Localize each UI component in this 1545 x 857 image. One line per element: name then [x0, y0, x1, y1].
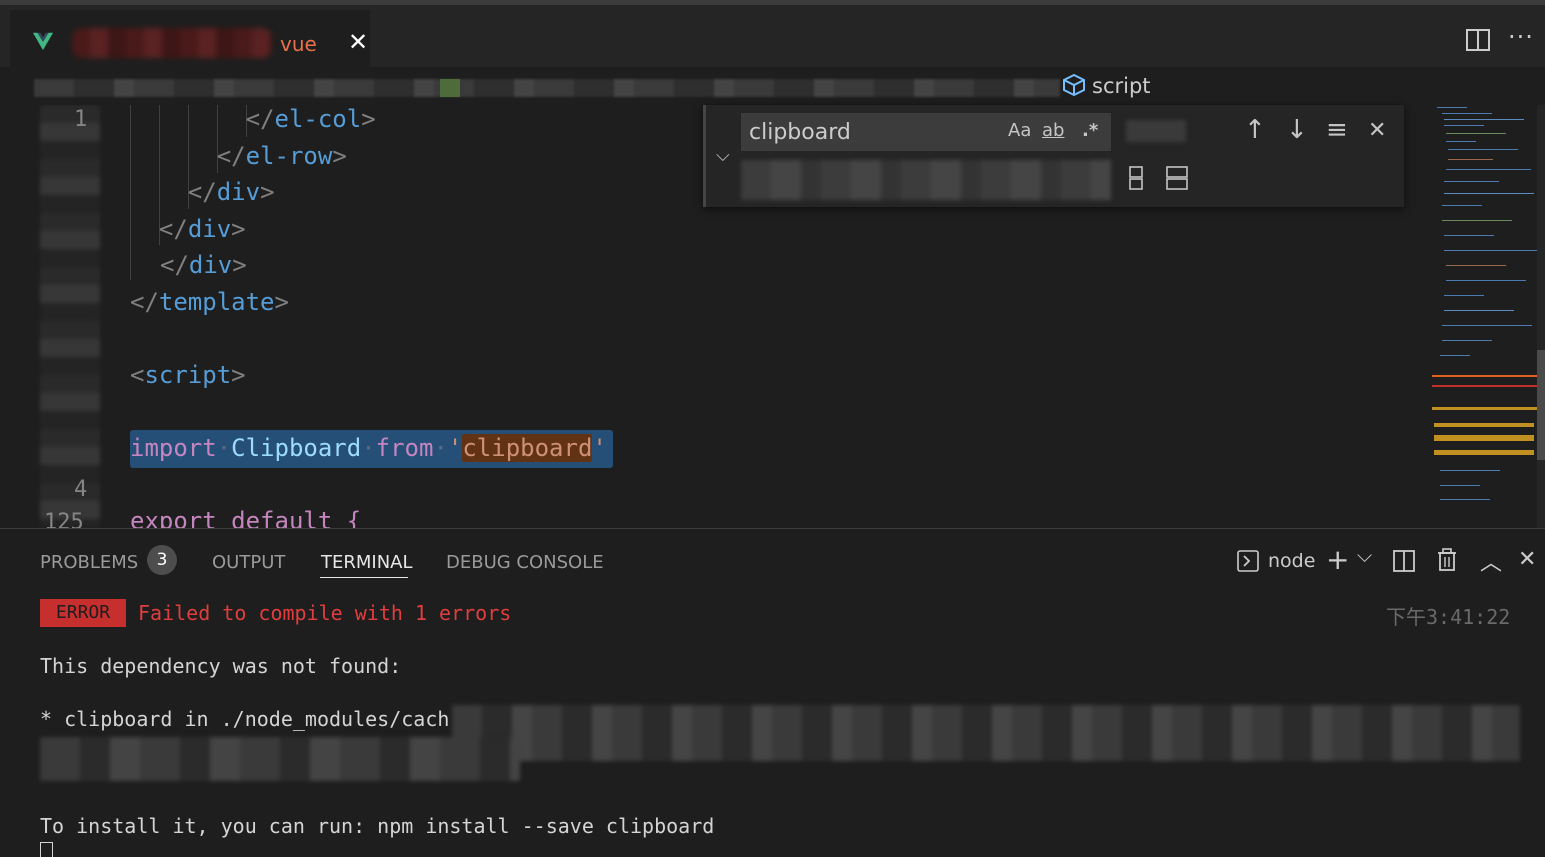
tab-filename-label: vue [280, 32, 317, 56]
code-line: <script> [130, 361, 246, 389]
terminal-line: This dependency was not found: [40, 654, 402, 678]
bottom-panel: PROBLEMS 3 OUTPUT TERMINAL DEBUG CONSOLE… [0, 528, 1545, 857]
error-message: Failed to compile with 1 errors [138, 601, 512, 625]
previous-match-icon[interactable]: ↑ [1244, 115, 1266, 145]
tab-debug-console[interactable]: DEBUG CONSOLE [446, 552, 604, 573]
symbol-cube-icon [1063, 73, 1085, 97]
code-line: </el-col> [245, 105, 376, 133]
breadcrumb-symbol[interactable]: script [1092, 74, 1151, 98]
split-editor-icon[interactable] [1465, 27, 1491, 53]
whole-word-toggle[interactable]: ab [1042, 120, 1064, 141]
line-number: 125 [44, 510, 84, 528]
close-icon[interactable]: ✕ [1518, 547, 1536, 572]
redacted-terminal-text [452, 705, 1520, 761]
problems-count-badge: 3 [147, 545, 177, 575]
import-statement: import·Clipboard·from·'clipboard' [130, 434, 607, 462]
find-widget: ⌵ Aa ab .* ↑ ↓ ≡ ✕ [703, 105, 1404, 207]
redacted-breadcrumb-segment [440, 79, 460, 97]
regex-toggle[interactable]: .* [1082, 120, 1098, 141]
minimap[interactable] [1432, 105, 1539, 505]
editor-scrollbar[interactable] [1537, 105, 1545, 528]
redacted-match-count [1126, 120, 1186, 142]
split-terminal-icon[interactable] [1392, 549, 1416, 573]
active-tab-indicator [320, 577, 408, 578]
close-icon[interactable]: ✕ [348, 28, 368, 56]
line-number: 4 [74, 477, 88, 502]
redacted-filename [72, 28, 272, 58]
new-terminal-icon[interactable]: + [1326, 543, 1349, 576]
close-icon[interactable]: ✕ [1368, 118, 1386, 143]
replace-all-icon[interactable] [1164, 165, 1190, 191]
find-in-selection-icon[interactable]: ≡ [1326, 115, 1348, 145]
maximize-panel-icon[interactable]: ︿ [1480, 545, 1502, 577]
breadcrumb [0, 67, 1545, 105]
tab-output[interactable]: OUTPUT [212, 552, 285, 573]
next-match-icon[interactable]: ↓ [1286, 115, 1308, 145]
terminal-shell-label[interactable]: node [1268, 550, 1315, 572]
trash-icon[interactable] [1436, 548, 1458, 572]
editor-tab-active[interactable]: vue ✕ [10, 10, 370, 72]
tab-problems[interactable]: PROBLEMS [40, 552, 138, 573]
redacted-terminal-text [40, 737, 520, 781]
code-line: </div> [160, 251, 247, 279]
line-number: 1 [74, 107, 88, 132]
toggle-replace-chevron-icon[interactable]: ⌵ [716, 145, 730, 166]
replace-one-icon[interactable] [1126, 165, 1146, 191]
terminal-icon [1237, 550, 1259, 572]
chevron-down-icon[interactable]: ⌵ [1357, 543, 1372, 567]
redacted-replace-input[interactable] [741, 160, 1111, 200]
redacted-line-numbers [40, 105, 100, 528]
more-actions-icon[interactable]: ··· [1508, 23, 1534, 51]
code-line: </div> [187, 178, 275, 206]
code-line: </div> [158, 215, 246, 243]
code-line: </template> [130, 288, 289, 316]
scrollbar-thumb[interactable] [1537, 350, 1545, 460]
match-case-toggle[interactable]: Aa [1008, 120, 1031, 141]
vue-file-icon [32, 32, 54, 51]
editor-tab-bar: vue ✕ ··· [0, 5, 1545, 72]
terminal-line: * clipboard in ./node_modules/cach [40, 707, 450, 731]
find-match-highlight: clipboard [462, 434, 593, 462]
tab-terminal[interactable]: TERMINAL [321, 552, 413, 573]
code-line: </el-row> [216, 142, 347, 170]
redacted-breadcrumb-path [34, 79, 1060, 97]
export-statement: export default { [130, 507, 362, 528]
error-badge: ERROR [40, 599, 126, 627]
timestamp: 下午3:41:22 [1386, 605, 1511, 629]
terminal-line: To install it, you can run: npm install … [40, 814, 715, 838]
terminal-cursor [40, 842, 53, 857]
